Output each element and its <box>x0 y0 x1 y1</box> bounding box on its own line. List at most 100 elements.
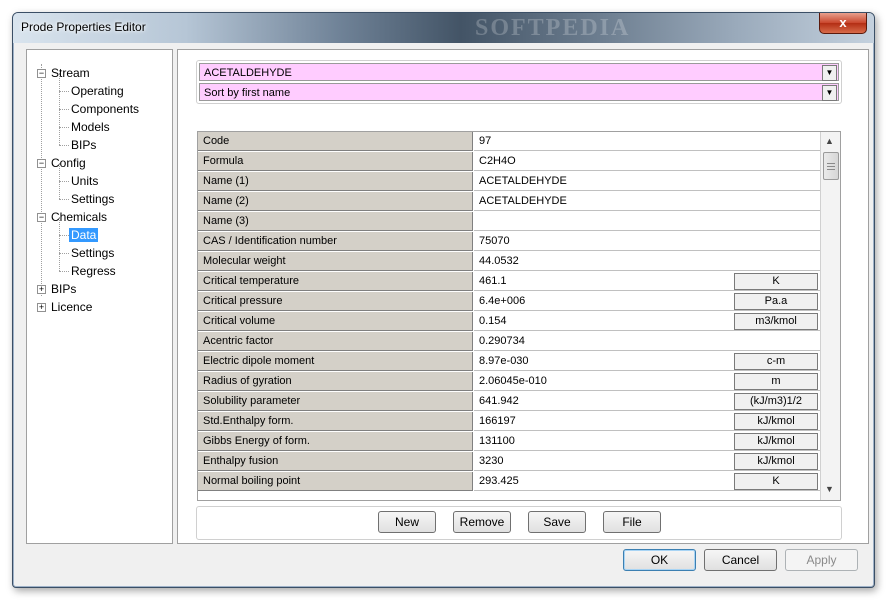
component-select-value: ACETALDEHYDE <box>204 67 292 79</box>
property-value[interactable]: 75070 <box>474 232 820 251</box>
tree-line <box>59 181 69 182</box>
scroll-thumb[interactable] <box>823 152 839 180</box>
property-value[interactable]: C2H4O <box>474 152 820 171</box>
tree-item-units[interactable]: Units <box>71 172 98 190</box>
navigation-tree: − Stream Operating Components Models BIP… <box>26 49 173 544</box>
grid-row: CAS / Identification number 75070 <box>198 232 820 252</box>
close-button[interactable]: x <box>819 13 867 34</box>
tree-line <box>59 271 69 272</box>
grid-row: Radius of gyration 2.06045e-010 m <box>198 372 820 392</box>
unit-button[interactable]: (kJ/m3)1/2 <box>734 393 818 410</box>
tree-item-chemicals[interactable]: Chemicals <box>51 208 107 226</box>
close-icon: x <box>839 15 847 30</box>
tree-item-regress[interactable]: Regress <box>71 262 116 280</box>
property-value[interactable]: 0.290734 <box>474 332 820 351</box>
tree-item-stream-bips[interactable]: BIPs <box>71 136 96 154</box>
unit-button[interactable]: c-m <box>734 353 818 370</box>
grid-row: Code 97 <box>198 132 820 152</box>
tree-item-components[interactable]: Components <box>71 100 139 118</box>
grip-line <box>827 166 835 167</box>
grid-row: Normal boiling point 293.425 K <box>198 472 820 492</box>
property-value[interactable]: 97 <box>474 132 820 151</box>
properties-grid: Code 97 Formula C2H4O Name (1) ACETALDEHYDE Na… <box>197 131 841 501</box>
expand-icon[interactable]: + <box>37 303 46 312</box>
property-label: Name (3) <box>198 212 473 231</box>
property-label: Critical temperature <box>198 272 473 291</box>
tree-line <box>59 91 69 92</box>
actions-group: New Remove Save File <box>196 506 842 540</box>
property-value[interactable]: 44.0532 <box>474 252 820 271</box>
property-label: Critical pressure <box>198 292 473 311</box>
sort-select[interactable]: Sort by first name ▼ <box>199 83 839 101</box>
tree-item-config[interactable]: Config <box>51 154 86 172</box>
unit-button[interactable]: kJ/kmol <box>734 453 818 470</box>
expand-icon[interactable]: + <box>37 285 46 294</box>
property-value[interactable]: ACETALDEHYDE <box>474 192 820 211</box>
scroll-up-icon[interactable]: ▲ <box>825 136 834 146</box>
grid-row: Name (2) ACETALDEHYDE <box>198 192 820 212</box>
property-label: Enthalpy fusion <box>198 452 473 471</box>
grid-row: Electric dipole moment 8.97e-030 c-m <box>198 352 820 372</box>
collapse-icon[interactable]: − <box>37 159 46 168</box>
new-button[interactable]: New <box>378 511 436 533</box>
grid-row: Solubility parameter 641.942 (kJ/m3)1/2 <box>198 392 820 412</box>
unit-button[interactable]: kJ/kmol <box>734 433 818 450</box>
property-label: Name (2) <box>198 192 473 211</box>
unit-button[interactable]: m3/kmol <box>734 313 818 330</box>
property-label: Code <box>198 132 473 151</box>
collapse-icon[interactable]: − <box>37 213 46 222</box>
property-label: Molecular weight <box>198 252 473 271</box>
property-label: Critical volume <box>198 312 473 331</box>
grid-row: Critical temperature 461.1 K <box>198 272 820 292</box>
tree-line <box>59 109 69 110</box>
component-select[interactable]: ACETALDEHYDE ▼ <box>199 63 839 81</box>
grid-scrollbar[interactable]: ▲ ▼ <box>820 132 840 500</box>
selector-group: ACETALDEHYDE ▼ Sort by first name ▼ <box>196 60 842 104</box>
collapse-icon[interactable]: − <box>37 69 46 78</box>
grid-row: Molecular weight 44.0532 <box>198 252 820 272</box>
unit-button[interactable]: kJ/kmol <box>734 413 818 430</box>
apply-button[interactable]: Apply <box>785 549 858 571</box>
grip-line <box>827 163 835 164</box>
tree-item-chemicals-settings[interactable]: Settings <box>71 244 114 262</box>
grid-row: Critical pressure 6.4e+006 Pa.a <box>198 292 820 312</box>
grid-row: Acentric factor 0.290734 <box>198 332 820 352</box>
grid-row: Formula C2H4O <box>198 152 820 172</box>
unit-button[interactable]: K <box>734 473 818 490</box>
tree-item-bips[interactable]: BIPs <box>51 280 76 298</box>
watermark: SOFTPEDIA <box>475 15 631 41</box>
tree-item-config-settings[interactable]: Settings <box>71 190 114 208</box>
title-bar[interactable]: Prode Properties Editor SOFTPEDIA x <box>13 13 874 43</box>
scroll-down-icon[interactable]: ▼ <box>825 484 834 494</box>
unit-button[interactable]: K <box>734 273 818 290</box>
tree-item-operating[interactable]: Operating <box>71 82 124 100</box>
grid-row: Name (1) ACETALDEHYDE <box>198 172 820 192</box>
tree-item-models[interactable]: Models <box>71 118 110 136</box>
tree-line <box>41 64 42 296</box>
tree-line <box>59 127 69 128</box>
save-button[interactable]: Save <box>528 511 586 533</box>
unit-button[interactable]: m <box>734 373 818 390</box>
chevron-down-icon[interactable]: ▼ <box>822 65 837 81</box>
remove-button[interactable]: Remove <box>453 511 511 533</box>
property-value[interactable]: ACETALDEHYDE <box>474 172 820 191</box>
tree-item-licence[interactable]: Licence <box>51 298 92 316</box>
property-value[interactable] <box>474 212 820 231</box>
property-label: Name (1) <box>198 172 473 191</box>
property-label: Acentric factor <box>198 332 473 351</box>
window-title: Prode Properties Editor <box>21 20 146 34</box>
property-label: Gibbs Energy of form. <box>198 432 473 451</box>
tree-item-stream[interactable]: Stream <box>51 64 90 82</box>
property-label: CAS / Identification number <box>198 232 473 251</box>
unit-button[interactable]: Pa.a <box>734 293 818 310</box>
grip-line <box>827 169 835 170</box>
grid-row: Critical volume 0.154 m3/kmol <box>198 312 820 332</box>
ok-button[interactable]: OK <box>623 549 696 571</box>
main-window: Prode Properties Editor SOFTPEDIA x − St… <box>12 12 875 588</box>
file-button[interactable]: File <box>603 511 661 533</box>
chevron-down-icon[interactable]: ▼ <box>822 85 837 101</box>
grid-row: Std.Enthalpy form. 166197 kJ/kmol <box>198 412 820 432</box>
tree-item-data[interactable]: Data <box>69 228 99 242</box>
cancel-button[interactable]: Cancel <box>704 549 777 571</box>
tree-item-data-row[interactable]: Data <box>69 226 99 244</box>
